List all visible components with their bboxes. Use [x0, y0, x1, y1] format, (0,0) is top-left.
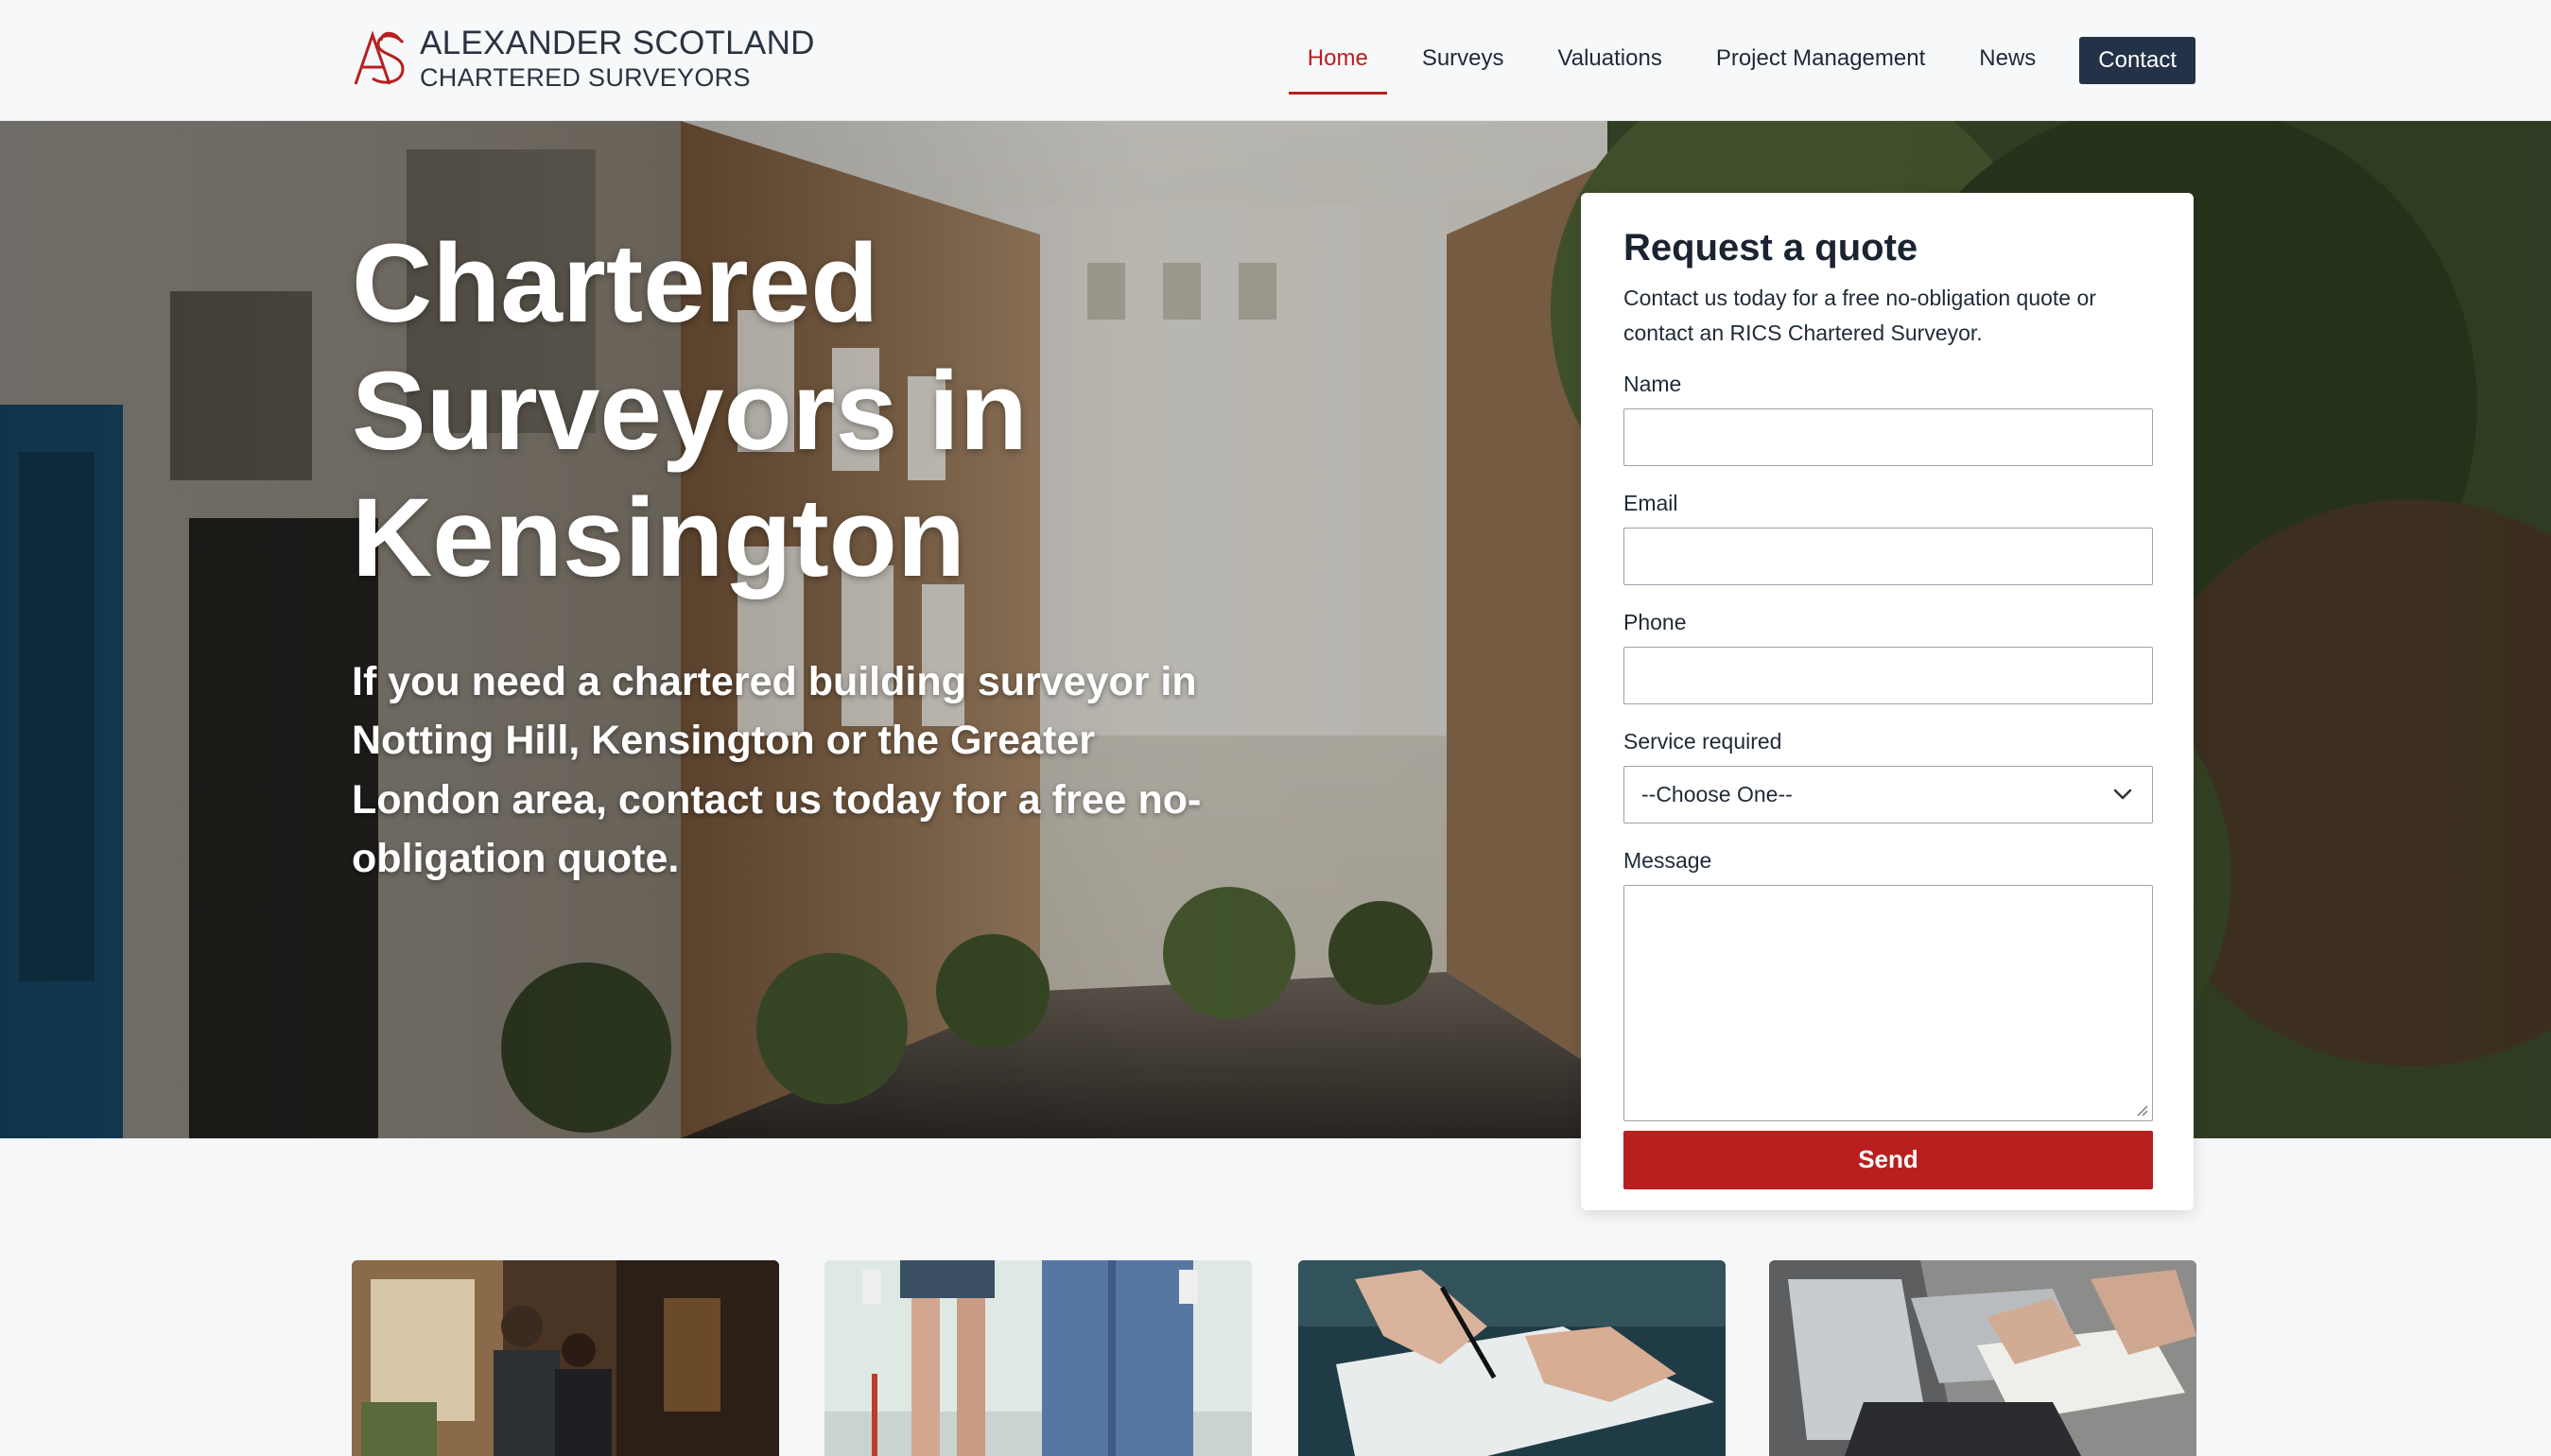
message-textarea[interactable] — [1623, 884, 2153, 1121]
nav-surveys[interactable]: Surveys — [1403, 36, 1523, 85]
email-label: Email — [1623, 490, 1678, 515]
nav-news[interactable]: News — [1960, 36, 2055, 85]
message-label: Message — [1623, 847, 1712, 873]
quote-form-intro: Contact us today for a free no-obligatio… — [1623, 286, 2096, 345]
logo-link[interactable]: ALEXANDER SCOTLAND CHARTERED SURVEYORS — [352, 26, 815, 91]
quote-form-title: Request a quote — [1623, 227, 1918, 269]
email-field[interactable] — [1623, 527, 2153, 585]
nav-home[interactable]: Home — [1288, 36, 1387, 95]
brand-tagline: CHARTERED SURVEYORS — [420, 63, 751, 92]
decorators-legs-photo — [824, 1260, 1252, 1456]
main-nav: Home Surveys Valuations Project Manageme… — [1273, 36, 2195, 95]
card-signing-document-image[interactable] — [1298, 1260, 1726, 1456]
service-label: Service required — [1623, 728, 1782, 754]
service-select[interactable]: --Choose One-- — [1623, 765, 2153, 823]
card-decorators-image[interactable] — [824, 1260, 1252, 1456]
nav-project-management[interactable]: Project Management — [1697, 36, 1944, 85]
card-laptop-paperwork-image[interactable] — [1769, 1260, 2196, 1456]
nav-valuations[interactable]: Valuations — [1539, 36, 1681, 85]
quote-form-card: Request a quote Contact us today for a f… — [1581, 193, 2194, 1210]
laptop-paperwork-photo — [1769, 1260, 2196, 1456]
resize-handle-icon[interactable] — [2133, 1101, 2148, 1117]
nav-contact-button[interactable]: Contact — [2079, 37, 2195, 84]
card-couple-in-kitchen-image[interactable] — [352, 1260, 779, 1456]
couple-in-kitchen-photo — [352, 1260, 779, 1456]
phone-label: Phone — [1623, 609, 1687, 634]
hero-subtitle: If you need a chartered building surveyo… — [352, 659, 1202, 882]
name-label: Name — [1623, 371, 1682, 396]
name-field[interactable] — [1623, 407, 2153, 466]
chevron-down-icon — [2113, 789, 2132, 800]
send-button[interactable]: Send — [1623, 1130, 2153, 1189]
service-select-value: --Choose One-- — [1641, 781, 1793, 806]
signing-document-photo — [1298, 1260, 1726, 1456]
hero-title: Chartered Surveyors in Kensington — [352, 221, 1028, 601]
service-cards — [352, 1260, 2196, 1456]
site-header: ALEXANDER SCOTLAND CHARTERED SURVEYORS H… — [0, 0, 2551, 121]
phone-field[interactable] — [1623, 646, 2153, 704]
logo-monogram-icon — [354, 30, 405, 85]
brand-name: ALEXANDER SCOTLAND — [420, 25, 815, 61]
